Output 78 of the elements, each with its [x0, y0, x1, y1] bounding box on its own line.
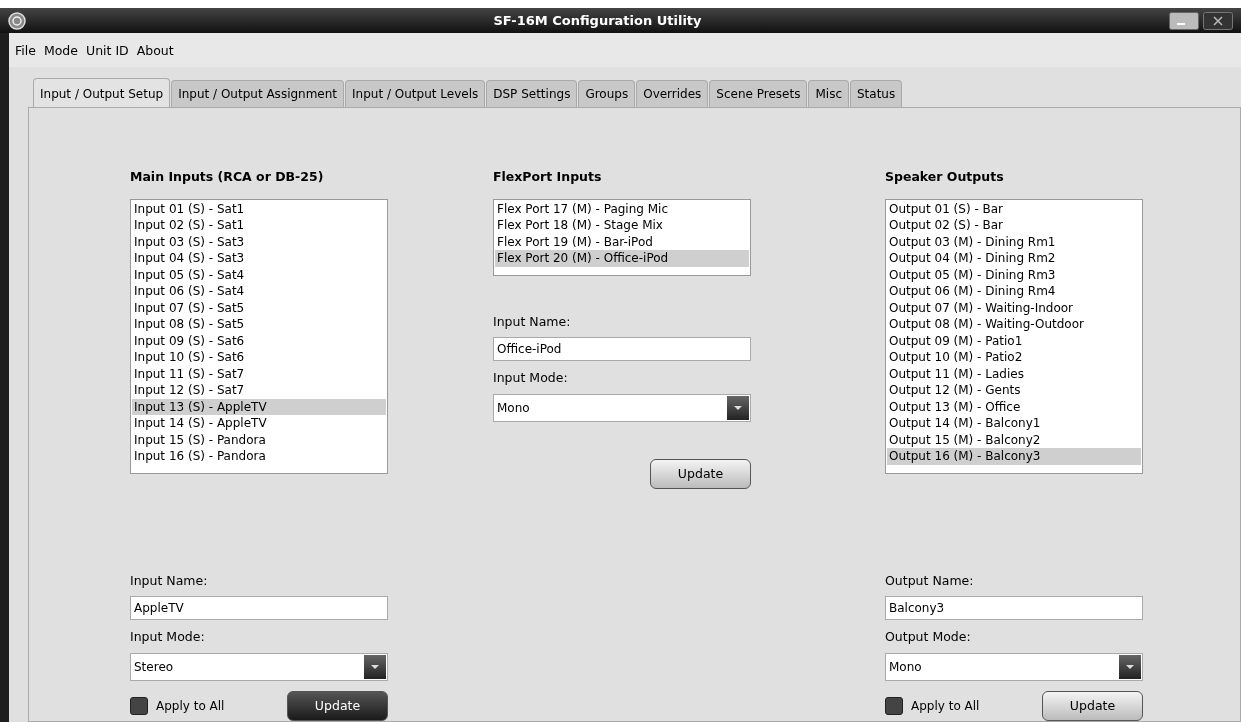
- list-box[interactable]: [885, 198, 1143, 474]
- list-box[interactable]: Flex Port 17 (M) - Paging Mic Flex Port 18 (M) - Stage Mix Flex Port 19 (M) - Bar-iPod Flex Port 20 (M) - Office-iPod: [493, 198, 751, 276]
- minimize-button[interactable]: [1169, 11, 1199, 30]
- field-label: Input Name:: [493, 312, 572, 331]
- checkbox[interactable]: [130, 697, 148, 715]
- list-item[interactable]: Input 04 (S) - Sat3: [132, 250, 386, 267]
- mode-dropdown[interactable]: Stereo: [130, 653, 388, 681]
- name-field[interactable]: AppleTV: [130, 596, 388, 621]
- list-item[interactable]: Input 12 (S) - Sat7: [132, 382, 386, 399]
- menu-item[interactable]: About: [136, 42, 174, 61]
- list-item[interactable]: Input 14 (S) - AppleTV: [132, 415, 386, 432]
- list-item[interactable]: Flex Port 20 (M) - Office-iPod: [495, 250, 749, 267]
- list-item[interactable]: Input 01 (S) - Sat1: [132, 200, 386, 217]
- list-item[interactable]: Output 09 (M) - Patio1: [887, 332, 1141, 349]
- list-item[interactable]: Input 16 (S) - Pandora: [132, 448, 386, 465]
- list-item[interactable]: Input 06 (S) - Sat4: [132, 283, 386, 300]
- list-item[interactable]: Output 11 (M) - Ladies: [887, 365, 1141, 382]
- field-label: Output Name:: [885, 571, 975, 590]
- tab[interactable]: DSP Settings: [486, 79, 578, 107]
- tab[interactable]: Scene Presets: [709, 79, 808, 107]
- list-item[interactable]: Output 13 (M) - Office: [887, 398, 1141, 415]
- list-item[interactable]: Input 08 (S) - Sat5: [132, 316, 386, 333]
- menu-item[interactable]: Unit ID: [86, 42, 129, 61]
- list-item[interactable]: Output 15 (M) - Balcony2: [887, 431, 1141, 448]
- checkbox[interactable]: [885, 697, 903, 715]
- list-item[interactable]: Input 03 (S) - Sat3: [132, 233, 386, 250]
- field-label: Output Mode:: [885, 628, 972, 647]
- tab[interactable]: Status: [850, 79, 903, 107]
- list-item[interactable]: Flex Port 18 (M) - Stage Mix: [495, 217, 749, 234]
- list-item[interactable]: Input 02 (S) - Sat1: [132, 217, 386, 234]
- tab[interactable]: Overrides: [636, 79, 709, 107]
- update-button[interactable]: Update: [287, 691, 388, 721]
- list-item[interactable]: Output 10 (M) - Patio2: [887, 349, 1141, 366]
- menu-item[interactable]: Mode: [43, 42, 78, 61]
- field-label: Input Mode:: [493, 369, 569, 388]
- window-title: SF-16M Configuration Utility: [492, 11, 703, 30]
- panel-title: Speaker Outputs: [885, 167, 1005, 186]
- list-item[interactable]: Input 15 (S) - Pandora: [132, 431, 386, 448]
- list-item[interactable]: Input 09 (S) - Sat6: [132, 332, 386, 349]
- checkbox-label: Apply to All: [911, 698, 980, 715]
- list-item[interactable]: Output 16 (M) - Balcony3: [887, 448, 1141, 465]
- name-field[interactable]: Office-iPod: [493, 337, 751, 362]
- tab[interactable]: Input / Output Levels: [345, 79, 486, 107]
- name-field[interactable]: Balcony3: [885, 596, 1143, 621]
- list-item[interactable]: Output 03 (M) - Dining Rm1: [887, 233, 1141, 250]
- list-item[interactable]: Flex Port 17 (M) - Paging Mic: [495, 200, 749, 217]
- list-item[interactable]: Output 08 (M) - Waiting-Outdoor: [887, 316, 1141, 333]
- tab[interactable]: Groups: [578, 79, 636, 107]
- app-logo-icon: [8, 11, 26, 30]
- mode-dropdown[interactable]: Mono: [885, 653, 1143, 681]
- list-item[interactable]: Output 04 (M) - Dining Rm2: [887, 250, 1141, 267]
- list-item[interactable]: Output 02 (S) - Bar: [887, 217, 1141, 234]
- field-label: Input Mode:: [130, 628, 206, 647]
- list-box[interactable]: [130, 198, 388, 474]
- list-item[interactable]: Output 05 (M) - Dining Rm3: [887, 266, 1141, 283]
- list-item[interactable]: Flex Port 19 (M) - Bar-iPod: [495, 233, 749, 250]
- update-button[interactable]: Update: [650, 459, 751, 489]
- checkbox-label: Apply to All: [156, 698, 225, 715]
- list-item[interactable]: Input 07 (S) - Sat5: [132, 299, 386, 316]
- list-item[interactable]: Input 13 (S) - AppleTV: [132, 398, 386, 415]
- panel-title: Main Inputs (RCA or DB-25): [130, 167, 325, 186]
- list-item[interactable]: Output 07 (M) - Waiting-Indoor: [887, 299, 1141, 316]
- panel-title: FlexPort Inputs: [493, 167, 603, 186]
- list-item[interactable]: Input 10 (S) - Sat6: [132, 349, 386, 366]
- list-item[interactable]: Input 05 (S) - Sat4: [132, 266, 386, 283]
- update-button[interactable]: Update: [1042, 691, 1143, 721]
- menu-item[interactable]: File: [15, 42, 36, 61]
- mode-dropdown[interactable]: Mono: [493, 394, 751, 422]
- list-item[interactable]: Output 12 (M) - Gents: [887, 382, 1141, 399]
- list-item[interactable]: Output 14 (M) - Balcony1: [887, 415, 1141, 432]
- close-button[interactable]: [1203, 11, 1233, 30]
- list-item[interactable]: Input 11 (S) - Sat7: [132, 365, 386, 382]
- field-label: Input Name:: [130, 571, 209, 590]
- list-item[interactable]: Output 01 (S) - Bar: [887, 200, 1141, 217]
- list-item[interactable]: Output 06 (M) - Dining Rm4: [887, 283, 1141, 300]
- tab[interactable]: Misc: [808, 79, 849, 107]
- tab[interactable]: Input / Output Assignment: [171, 79, 345, 107]
- tab[interactable]: Input / Output Setup: [33, 77, 171, 107]
